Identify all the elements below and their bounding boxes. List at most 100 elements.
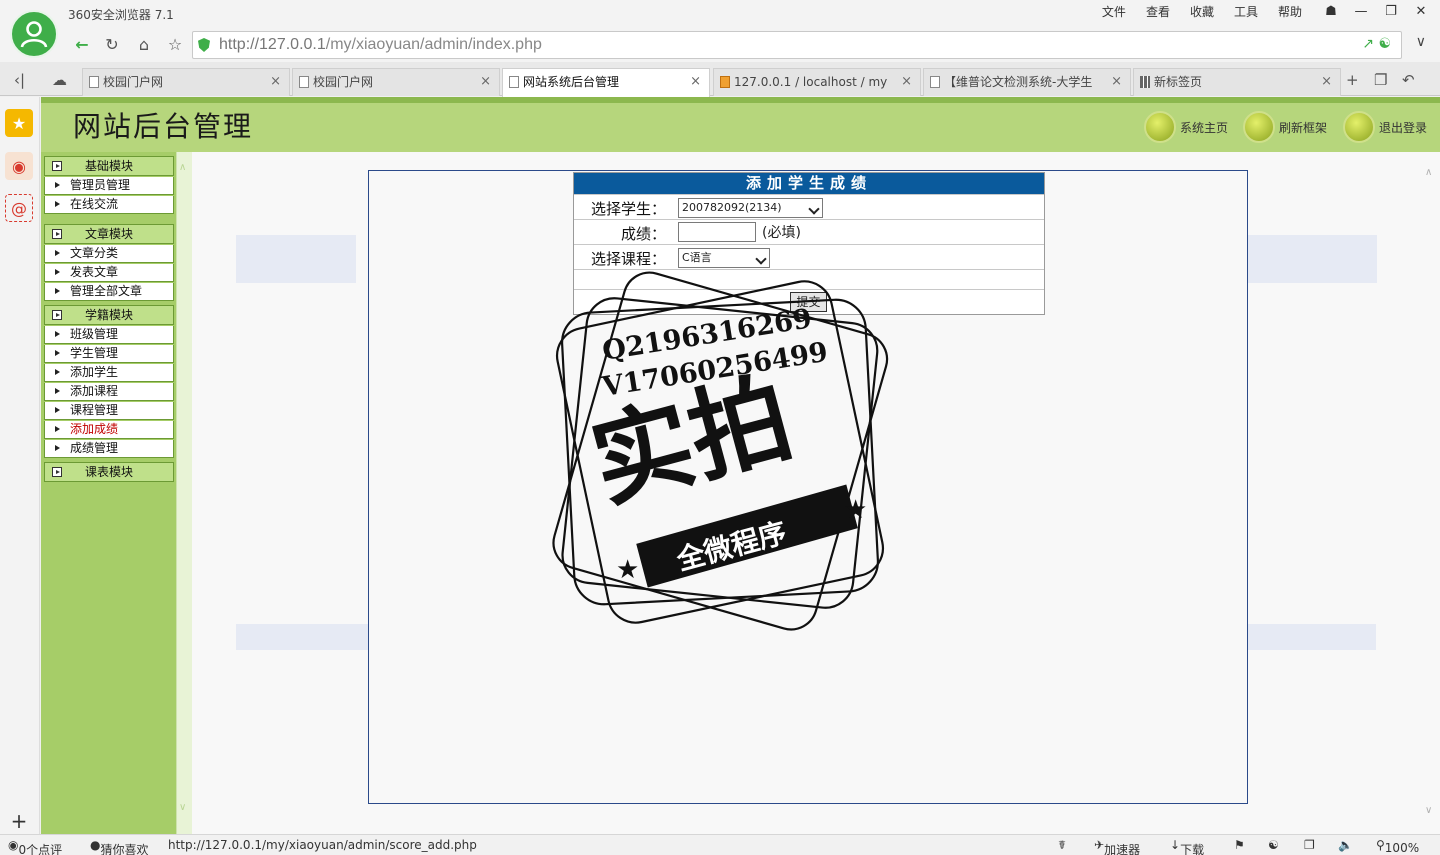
module-basic[interactable]: 基础模块 xyxy=(44,156,174,176)
person-exit-icon xyxy=(1343,111,1375,143)
refresh-frame-link[interactable]: 刷新框架 xyxy=(1243,111,1327,143)
tab-close-icon[interactable]: × xyxy=(690,69,701,95)
scroll-up-icon[interactable]: ∧ xyxy=(1425,167,1432,178)
nav-course-manage[interactable]: 课程管理 xyxy=(44,402,174,420)
cloud-icon[interactable]: ☁ xyxy=(52,71,67,89)
nav-class-manage[interactable]: 班级管理 xyxy=(44,326,174,344)
tab-close-icon[interactable]: × xyxy=(901,69,912,95)
share-icon[interactable]: ↗ ☯ xyxy=(1362,36,1391,52)
status-link: http://127.0.0.1/my/xiaoyuan/admin/score… xyxy=(168,838,477,852)
zoom-control[interactable]: ⚲ 100% xyxy=(1376,838,1419,855)
tab-campus-portal-1[interactable]: 校园门户网 × xyxy=(82,68,290,96)
course-select[interactable]: C语言 xyxy=(678,248,770,268)
add-score-form: 添加学生成绩 选择学生： 200782092(2134) 成绩： (必填) 选择… xyxy=(573,172,1045,315)
menu-help[interactable]: 帮助 xyxy=(1268,4,1312,20)
tab-phpmyadmin[interactable]: 127.0.0.1 / localhost / my × xyxy=(713,68,921,96)
tab-close-icon[interactable]: × xyxy=(1111,69,1122,95)
status-bar: ◉ 0个点评 ● 猜你喜欢 http://127.0.0.1/my/xiaoyu… xyxy=(0,834,1440,855)
browser-navbar: ← ↻ ⌂ ☆ http://127.0.0.1/my/xiaoyuan/adm… xyxy=(0,28,1440,62)
score-input[interactable] xyxy=(678,222,756,242)
undo-icon[interactable]: ↶ xyxy=(1402,71,1415,89)
expand-icon xyxy=(52,467,62,477)
browser-mode-icon[interactable]: ☯ xyxy=(1268,838,1279,852)
tab-vip-check[interactable]: 【维普论文检测系统-大学生 × xyxy=(923,68,1131,96)
menu-favorites[interactable]: 收藏 xyxy=(1180,4,1224,20)
student-row: 选择学生： 200782092(2134) xyxy=(574,194,1044,219)
window-icon[interactable]: ❐ xyxy=(1304,838,1315,852)
ie-mode-icon[interactable]: ☤ xyxy=(1058,838,1066,852)
security-shield-icon xyxy=(198,38,210,52)
address-bar[interactable]: http://127.0.0.1/my/xiaoyuan/admin/index… xyxy=(192,31,1402,59)
home-icon[interactable]: ⌂ xyxy=(132,33,156,57)
nav-student-manage[interactable]: 学生管理 xyxy=(44,345,174,363)
tab-admin[interactable]: 网站系统后台管理 × xyxy=(502,68,710,97)
window-controls: ☗ — ❐ ✕ xyxy=(1318,2,1434,22)
chevron-down-icon[interactable]: ∨ xyxy=(1416,34,1426,50)
guess-status[interactable]: ● 猜你喜欢 xyxy=(90,838,149,855)
nav-add-score[interactable]: 添加成绩 xyxy=(44,421,174,439)
page-icon xyxy=(509,76,519,88)
accelerator-button[interactable]: ✈ 加速器 xyxy=(1094,838,1140,855)
student-select[interactable]: 200782092(2134) xyxy=(678,198,823,218)
new-tab-icon[interactable]: + xyxy=(1346,71,1359,89)
menu-file[interactable]: 文件 xyxy=(1092,4,1136,20)
minimize-icon[interactable]: — xyxy=(1348,2,1374,22)
expand-icon xyxy=(52,161,62,171)
nav-publish-article[interactable]: 发表文章 xyxy=(44,264,174,282)
module-enrollment[interactable]: 学籍模块 xyxy=(44,305,174,325)
logout-link[interactable]: 退出登录 xyxy=(1343,111,1427,143)
close-icon[interactable]: ✕ xyxy=(1408,2,1434,22)
tab-new[interactable]: 新标签页 × xyxy=(1133,68,1341,96)
main-content: 添加学生成绩 选择学生： 200782092(2134) 成绩： (必填) 选择… xyxy=(192,152,1440,834)
add-icon[interactable]: + xyxy=(5,807,33,835)
module-article[interactable]: 文章模块 xyxy=(44,224,174,244)
nav-add-course[interactable]: 添加课程 xyxy=(44,383,174,401)
nav-manage-articles[interactable]: 管理全部文章 xyxy=(44,283,174,301)
browser-logo[interactable] xyxy=(10,10,58,58)
tab-list-icon[interactable]: ‹| xyxy=(14,71,25,89)
user-avatar-icon xyxy=(20,21,48,48)
course-label: 选择课程： xyxy=(590,250,666,268)
module-schedule[interactable]: 课表模块 xyxy=(44,462,174,482)
download-button[interactable]: ↓ 下载 xyxy=(1170,838,1204,855)
nav-online-chat[interactable]: 在线交流 xyxy=(44,196,174,214)
grid-refresh-icon xyxy=(1243,111,1275,143)
scroll-down-icon[interactable]: ∨ xyxy=(1425,805,1432,816)
reviews-status[interactable]: ◉ 0个点评 xyxy=(8,838,62,855)
nav-article-category[interactable]: 文章分类 xyxy=(44,245,174,263)
restore-tab-icon[interactable]: ❐ xyxy=(1374,71,1387,89)
page-icon xyxy=(930,76,940,88)
frame-splitter[interactable]: ∧ ∨ xyxy=(176,152,192,834)
nav-admin-manage[interactable]: 管理员管理 xyxy=(44,177,174,195)
scroll-up-icon[interactable]: ∧ xyxy=(179,162,186,173)
menu-view[interactable]: 查看 xyxy=(1136,4,1180,20)
browser-titlebar: 360安全浏览器 7.1 文件 查看 收藏 工具 帮助 ☗ — ❐ ✕ xyxy=(0,0,1440,28)
content-frame: 添加学生成绩 选择学生： 200782092(2134) 成绩： (必填) 选择… xyxy=(368,170,1248,804)
nav-score-manage[interactable]: 成绩管理 xyxy=(44,440,174,458)
star-icon[interactable]: ☆ xyxy=(163,33,187,57)
tab-close-icon[interactable]: × xyxy=(1321,69,1332,95)
submit-button[interactable]: 提交 xyxy=(790,292,827,312)
skin-icon[interactable]: ☗ xyxy=(1318,2,1344,22)
speaker-icon[interactable]: 🔈 xyxy=(1338,838,1353,852)
restore-icon[interactable]: ❐ xyxy=(1378,2,1404,22)
address-text: http://127.0.0.1/my/xiaoyuan/admin/index… xyxy=(219,36,542,53)
score-hint: (必填) xyxy=(762,225,801,241)
page-icon xyxy=(89,76,99,88)
score-row: 成绩： (必填) xyxy=(574,219,1044,244)
scroll-down-icon[interactable]: ∨ xyxy=(179,802,186,813)
back-icon[interactable]: ← xyxy=(70,33,94,57)
tab-close-icon[interactable]: × xyxy=(270,69,281,95)
mail-icon[interactable]: @ xyxy=(5,194,33,222)
nav-add-student[interactable]: 添加学生 xyxy=(44,364,174,382)
page-scrollbar[interactable]: ∧ ∨ xyxy=(1422,155,1440,830)
tab-close-icon[interactable]: × xyxy=(480,69,491,95)
flag-icon[interactable]: ⚑ xyxy=(1234,838,1245,852)
score-label: 成绩： xyxy=(620,225,666,243)
menu-tools[interactable]: 工具 xyxy=(1224,4,1268,20)
refresh-icon[interactable]: ↻ xyxy=(100,33,124,57)
weibo-icon[interactable]: ◉ xyxy=(5,152,33,180)
tab-campus-portal-2[interactable]: 校园门户网 × xyxy=(292,68,500,96)
favorites-star-icon[interactable]: ★ xyxy=(5,109,33,137)
home-link[interactable]: 系统主页 xyxy=(1144,111,1228,143)
